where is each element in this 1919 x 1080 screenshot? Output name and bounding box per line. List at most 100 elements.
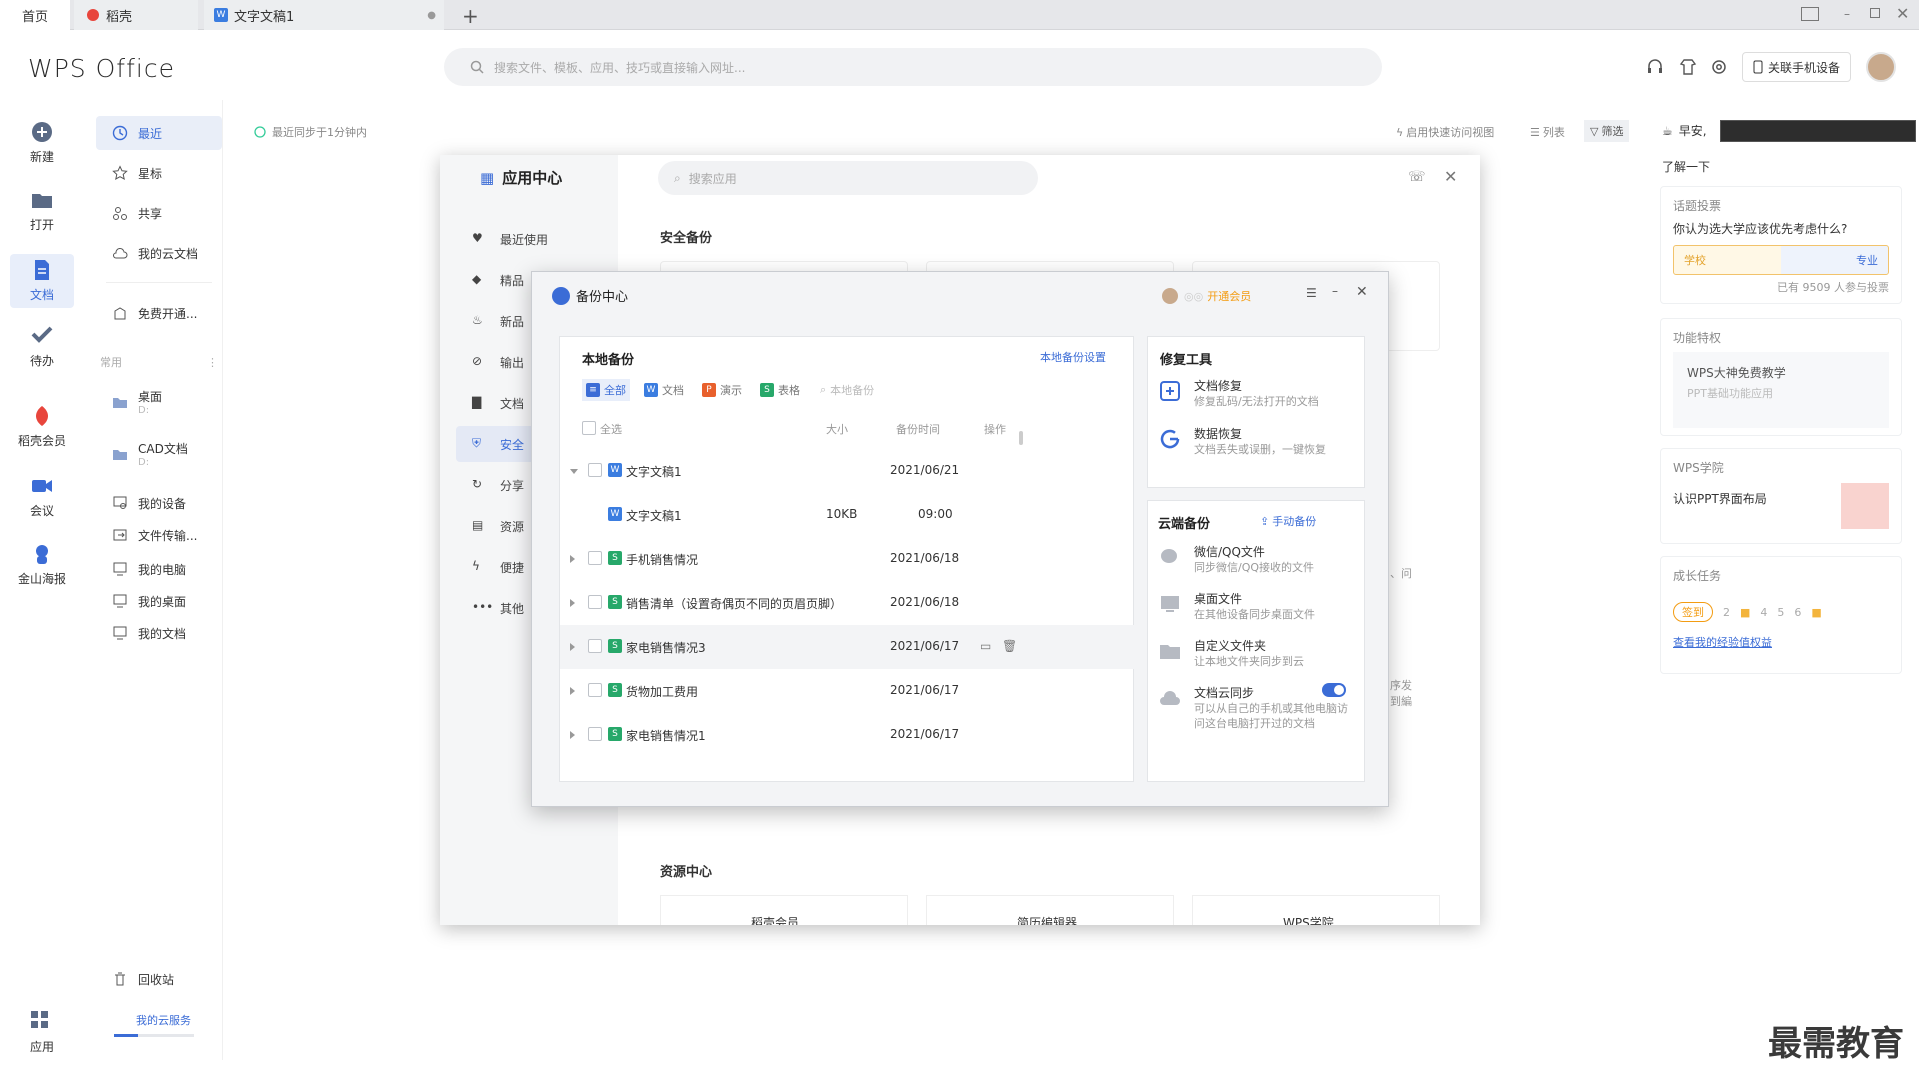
cloud-wechat-qq[interactable]: 微信/QQ文件 同步微信/QQ接收的文件: [1158, 539, 1358, 587]
row-checkbox[interactable]: [588, 463, 602, 477]
table-row[interactable]: S 家电销售情况3 2021/06/17 ▭ 🗑: [560, 625, 1135, 669]
rail-new[interactable]: 新建: [0, 120, 84, 165]
skin-icon[interactable]: [1679, 58, 1697, 76]
tool-data-recovery[interactable]: 数据恢复 文档丢失或误删，一键恢复: [1158, 421, 1358, 469]
new-tab-button[interactable]: +: [462, 4, 479, 28]
close-icon[interactable]: ✕: [1444, 167, 1457, 186]
user-avatar[interactable]: [1866, 52, 1896, 82]
expand-caret-icon[interactable]: [570, 555, 575, 563]
rail-docs[interactable]: 文档: [10, 254, 74, 308]
more-icon[interactable]: ⋮: [207, 356, 218, 369]
sidebar-item-pc[interactable]: 我的电脑: [96, 552, 222, 586]
filter-docs[interactable]: W 文档: [640, 379, 688, 401]
headset-icon[interactable]: [1646, 58, 1664, 76]
rail-poster[interactable]: 金山海报: [0, 542, 84, 587]
list-view-button[interactable]: ☰ 列表: [1530, 124, 1565, 140]
window-layout-icon[interactable]: [1801, 7, 1819, 21]
tab-document[interactable]: W 文字文稿1 ●: [204, 0, 444, 30]
delete-icon[interactable]: 🗑: [1002, 639, 1017, 653]
sidebar-item-my-docs[interactable]: 我的文档: [96, 616, 222, 650]
menu-recent[interactable]: ♥ 最近使用: [456, 221, 608, 257]
tab-daoke[interactable]: 稻壳: [74, 0, 198, 30]
minimize-button[interactable]: –: [1844, 7, 1850, 21]
backup-search[interactable]: ⌕ 本地备份: [816, 379, 878, 401]
sidebar-item-transfer[interactable]: 文件传输...: [96, 518, 222, 552]
tool-doc-repair[interactable]: 文档修复 修复乱码/无法打开的文档: [1158, 373, 1358, 421]
filter-all[interactable]: ≡ 全部: [582, 379, 630, 401]
vote-option-major[interactable]: 专业: [1856, 252, 1878, 268]
resource-card[interactable]: 稻壳会员: [660, 895, 908, 925]
app-search-input[interactable]: ⌕ 搜索应用: [658, 161, 1038, 195]
expand-caret-icon[interactable]: [570, 599, 575, 607]
table-row[interactable]: S 销售清单（设置奇偶页不同的页眉页脚） 2021/06/18: [560, 581, 1135, 625]
expand-caret-icon[interactable]: [570, 731, 575, 739]
sidebar-item-device[interactable]: 我的设备: [96, 486, 222, 520]
growth-link[interactable]: 查看我的经验值权益: [1673, 634, 1889, 650]
expand-caret-icon[interactable]: [570, 643, 575, 651]
expand-caret-icon[interactable]: [570, 469, 578, 474]
vote-option-school[interactable]: 学校: [1684, 252, 1706, 268]
minimize-icon[interactable]: –: [1332, 284, 1338, 298]
resource-card[interactable]: 简历编辑器: [926, 895, 1174, 925]
row-checkbox[interactable]: [588, 551, 602, 565]
sidebar-item-recycle[interactable]: 回收站: [96, 962, 222, 996]
table-row[interactable]: S 手机销售情况 2021/06/18: [560, 537, 1135, 581]
rail-todo[interactable]: 待办: [0, 324, 84, 369]
cloud-desktop-files[interactable]: 桌面文件 在其他设备同步桌面文件: [1158, 586, 1358, 634]
doc-repair-icon: [1158, 379, 1184, 405]
cloud-service-link[interactable]: 我的云服务: [136, 1012, 191, 1028]
doc-sync-toggle[interactable]: [1322, 683, 1346, 697]
sidebar-item-my-desktop[interactable]: 我的桌面: [96, 584, 222, 618]
filter-slides[interactable]: P 演示: [698, 379, 746, 401]
sidebar-item-cad[interactable]: CAD文档 D:: [96, 432, 222, 476]
select-all-checkbox[interactable]: [582, 421, 596, 435]
expand-caret-icon[interactable]: [570, 687, 575, 695]
manual-backup-button[interactable]: ⇪ 手动备份: [1260, 513, 1316, 529]
spreadsheet-file-icon: S: [608, 551, 622, 565]
feedback-icon[interactable]: ☏: [1408, 169, 1426, 185]
learn-more[interactable]: 了解一下: [1662, 158, 1710, 175]
table-row[interactable]: W 文字文稿1 10KB 09:00: [560, 493, 1135, 537]
close-tab-icon[interactable]: ●: [427, 10, 436, 21]
tab-home[interactable]: 首页: [0, 0, 70, 30]
tab-daoke-label: 稻壳: [106, 9, 133, 25]
video-play-icon[interactable]: [1841, 483, 1889, 529]
quick-view-toggle[interactable]: ϟ 启用快速访问视图: [1396, 124, 1494, 140]
table-row[interactable]: W 文字文稿1 2021/06/21: [560, 449, 1135, 493]
settings-gear-icon[interactable]: [1710, 58, 1728, 76]
row-checkbox[interactable]: [588, 727, 602, 741]
sidebar-item-star[interactable]: 星标: [96, 156, 222, 190]
sidebar-item-recent[interactable]: 最近: [96, 116, 222, 150]
vip-area[interactable]: ◎◎ 开通会员: [1162, 288, 1251, 304]
sidebar-item-free[interactable]: 免费开通...: [96, 296, 222, 330]
scrollbar-thumb[interactable]: [1019, 431, 1023, 445]
checkin-button[interactable]: 签到: [1673, 602, 1713, 622]
filter-sheets[interactable]: S 表格: [756, 379, 804, 401]
ime-toolbar[interactable]: [1720, 120, 1916, 142]
sidebar-item-share[interactable]: 共享: [96, 196, 222, 230]
close-icon[interactable]: ✕: [1356, 284, 1368, 300]
menu-icon[interactable]: ☰: [1306, 286, 1317, 300]
close-window-button[interactable]: ✕: [1896, 4, 1909, 23]
sidebar-item-desktop[interactable]: 桌面 D:: [96, 380, 222, 424]
open-folder-icon[interactable]: ▭: [980, 639, 991, 653]
rail-apps[interactable]: 应用: [0, 1010, 84, 1055]
cloud-custom-folder[interactable]: 自定义文件夹 让本地文件夹同步到云: [1158, 633, 1358, 681]
sidebar-item-cloud[interactable]: 我的云文档: [96, 236, 222, 270]
link-phone-button[interactable]: 关联手机设备: [1742, 52, 1852, 82]
row-checkbox[interactable]: [588, 683, 602, 697]
table-row[interactable]: S 家电销售情况1 2021/06/17: [560, 713, 1135, 757]
row-checkbox[interactable]: [588, 595, 602, 609]
vote-bar[interactable]: 学校 专业: [1673, 245, 1889, 275]
row-checkbox[interactable]: [588, 639, 602, 653]
rail-daoke[interactable]: 稻壳会员: [0, 404, 84, 449]
rail-open[interactable]: 打开: [0, 188, 84, 233]
global-search-input[interactable]: 搜索文件、模板、应用、技巧或直接输入网址...: [444, 48, 1382, 86]
rail-meeting[interactable]: 会议: [0, 474, 84, 519]
restore-button[interactable]: [1870, 8, 1880, 18]
table-row[interactable]: S 货物加工费用 2021/06/17: [560, 669, 1135, 713]
filter-button[interactable]: ▽ 筛选: [1584, 120, 1630, 142]
feature-banner[interactable]: WPS大神免费教学 PPT基础功能应用: [1673, 352, 1889, 428]
resource-card[interactable]: WPS学院: [1192, 895, 1440, 925]
local-backup-settings-link[interactable]: 本地备份设置: [1040, 349, 1106, 365]
